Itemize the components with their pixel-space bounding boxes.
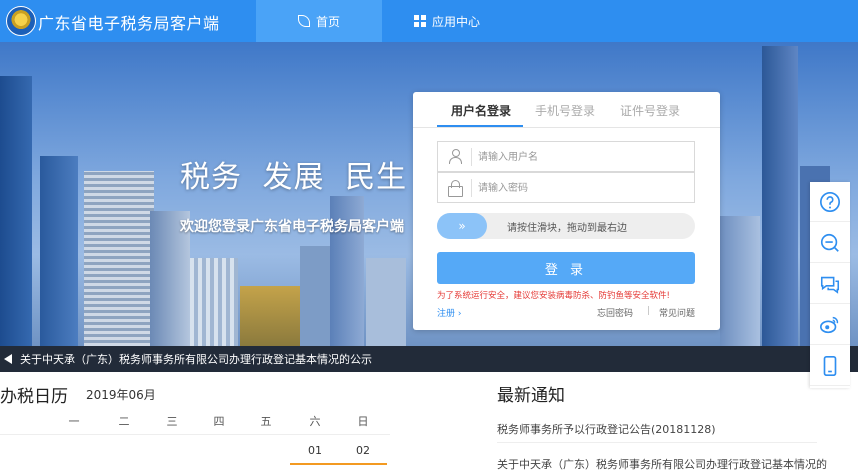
nav-app-center[interactable]: 应用中心 — [392, 0, 502, 42]
nav-app-center-label: 应用中心 — [431, 14, 480, 29]
register-link[interactable]: 注册 › — [437, 306, 461, 319]
nav-home[interactable]: 首页 — [256, 0, 382, 42]
login-tabs: 用户名登录 手机号登录 证件号登录 — [413, 92, 720, 128]
skyline-building — [720, 216, 760, 346]
login-button[interactable]: 登 录 — [437, 252, 695, 284]
skyline-building — [762, 46, 798, 346]
username-input[interactable] — [478, 148, 678, 166]
latest-notices-title: 最新通知 — [497, 386, 565, 406]
search-button[interactable] — [810, 223, 850, 263]
chat-button[interactable] — [810, 264, 850, 304]
skyline-building — [84, 171, 154, 346]
nav-home-label: 首页 — [315, 14, 340, 29]
lock-icon — [448, 180, 463, 197]
search-icon — [820, 233, 839, 252]
faq-link[interactable]: 常见问题 — [659, 306, 695, 319]
field-divider — [471, 148, 472, 166]
grid-icon — [413, 15, 426, 27]
link-separator: | — [647, 306, 651, 316]
weekday-header: 六 — [309, 415, 321, 428]
captcha-slider[interactable]: » 请按住滑块，拖动到最右边 — [437, 213, 695, 239]
header-bar: 广东省电子税务局客户端 首页 应用中心 — [0, 0, 858, 42]
password-field — [437, 172, 695, 203]
tax-bureau-logo — [6, 6, 36, 36]
help-button[interactable] — [810, 182, 850, 222]
weekday-header: 日 — [357, 415, 369, 428]
skyline-building — [240, 286, 300, 346]
weekday-header: 五 — [260, 415, 272, 428]
username-field — [437, 141, 695, 172]
weibo-icon — [820, 316, 839, 333]
tab-username-login[interactable]: 用户名登录 — [451, 102, 511, 119]
slogan-word: 发展 — [262, 160, 325, 195]
security-warning: 为了系统运行安全，建议您安装病毒防杀、防钓鱼等安全软件! — [437, 291, 670, 301]
slider-handle[interactable]: » — [437, 213, 487, 239]
leaf-icon — [297, 15, 310, 27]
slogan-word: 税务 — [180, 160, 242, 195]
notice-item[interactable]: 税务师事务所予以行政登记公告(20181128) — [497, 421, 716, 437]
calendar-selected-indicator — [290, 463, 387, 465]
chat-icon — [820, 276, 840, 294]
skyline-building — [366, 258, 406, 346]
calendar-divider — [0, 434, 390, 435]
user-icon — [448, 149, 462, 165]
mobile-button[interactable] — [810, 346, 850, 386]
calendar-day[interactable]: 01 — [295, 444, 335, 457]
app-title: 广东省电子税务局客户端 — [38, 14, 220, 33]
forgot-password-link[interactable]: 忘回密码 — [597, 306, 633, 319]
slogan-word: 民生 — [345, 160, 408, 195]
weekday-header: 三 — [166, 415, 178, 428]
notice-item[interactable]: 关于中天承（广东）税务师事务所有限公司办理行政登记基本情况的 — [497, 456, 827, 472]
skyline-building — [300, 246, 330, 346]
calendar-day[interactable]: 02 — [343, 444, 383, 457]
password-input[interactable] — [478, 179, 678, 197]
calendar-month[interactable]: 2019年06月 — [86, 386, 156, 403]
mobile-icon — [823, 355, 837, 376]
weekday-header: 四 — [213, 415, 225, 428]
weekday-header: 一 — [68, 415, 80, 428]
help-icon — [820, 191, 840, 212]
ticker-text[interactable]: 关于中天承（广东）税务师事务所有限公司办理行政登记基本情况的公示 — [20, 351, 372, 367]
speaker-icon — [4, 354, 12, 364]
field-divider — [471, 179, 472, 197]
active-tab-indicator — [437, 125, 523, 127]
weibo-button[interactable] — [810, 305, 850, 345]
tab-phone-login[interactable]: 手机号登录 — [535, 102, 595, 119]
skyline-building — [0, 76, 32, 346]
weekday-header: 二 — [118, 415, 130, 428]
slider-hint: 请按住滑块，拖动到最右边 — [507, 223, 627, 234]
announcement-ticker[interactable]: 关于中天承（广东）税务师事务所有限公司办理行政登记基本情况的公示 — [0, 346, 858, 372]
login-panel: 用户名登录 手机号登录 证件号登录 » 请按住滑块，拖动到最右边 登 录 为了系… — [413, 92, 720, 330]
skyline-building — [190, 258, 238, 346]
tab-id-login[interactable]: 证件号登录 — [620, 102, 680, 119]
tax-calendar-title: 办税日历 — [0, 387, 68, 407]
notice-divider — [497, 442, 817, 443]
skyline-building — [40, 156, 78, 346]
banner-welcome: 欢迎您登录广东省电子税务局客户端 — [180, 219, 404, 235]
floating-sidebar — [810, 182, 850, 388]
